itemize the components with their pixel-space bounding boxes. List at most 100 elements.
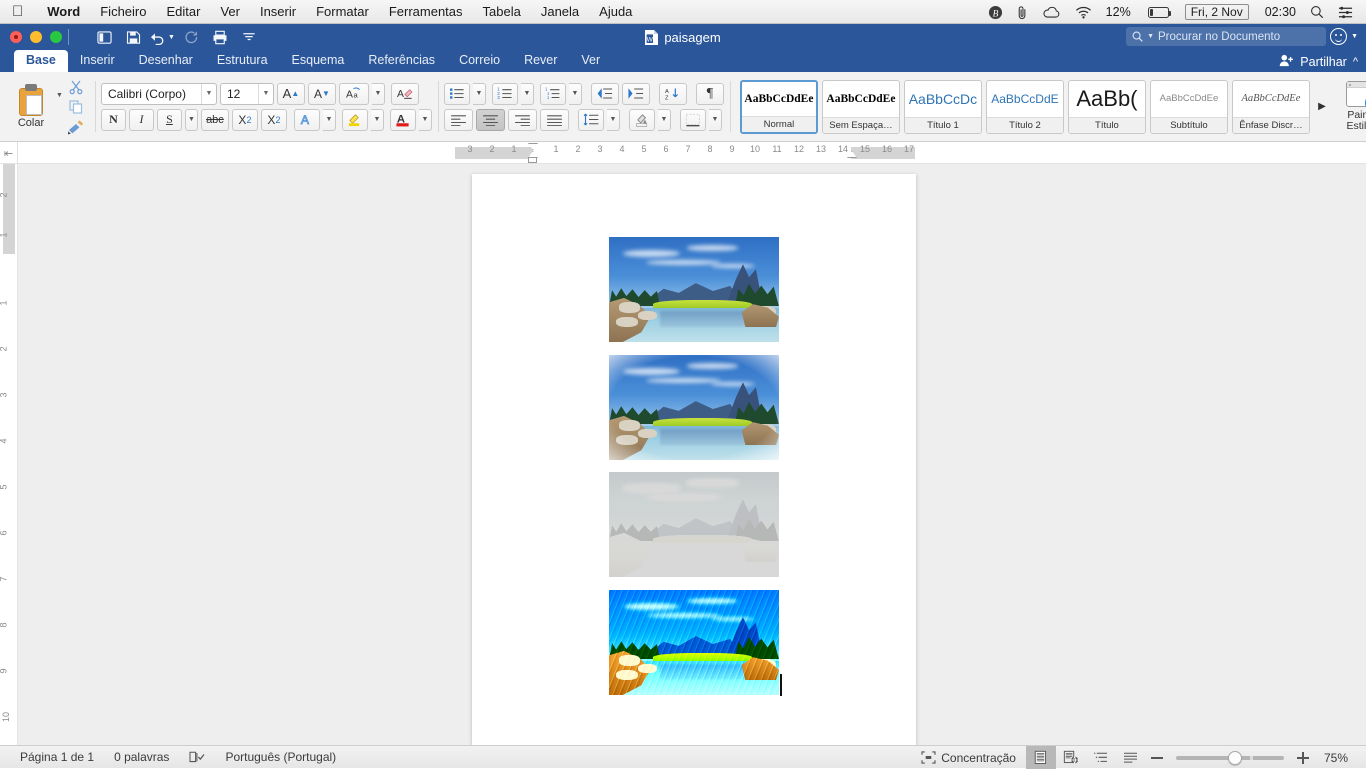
decrease-indent-button[interactable] bbox=[591, 83, 619, 105]
menu-item-janela[interactable]: Janela bbox=[531, 4, 589, 19]
strikethrough-button[interactable]: abc bbox=[201, 109, 229, 131]
numbering-chevron-down-icon[interactable]: ▼ bbox=[521, 83, 534, 105]
zoom-in-button[interactable] bbox=[1292, 751, 1314, 765]
maximize-window-button[interactable] bbox=[50, 31, 62, 43]
menu-item-ajuda[interactable]: Ajuda bbox=[589, 4, 642, 19]
decrease-font-size-button[interactable]: A▼ bbox=[308, 83, 336, 105]
style-card-enfase-discreta[interactable]: AaBbCcDdEe Ênfase Discr… bbox=[1232, 80, 1310, 134]
font-name-select[interactable]: Calibri (Corpo) ▼ bbox=[101, 83, 217, 105]
clipboard-paperclip-icon[interactable] bbox=[1010, 5, 1035, 20]
battery-icon[interactable] bbox=[1138, 7, 1176, 18]
menu-item-editar[interactable]: Editar bbox=[156, 4, 210, 19]
borders-button[interactable] bbox=[680, 109, 706, 131]
text-effects-chevron-down-icon[interactable]: ▼ bbox=[323, 109, 336, 131]
customize-toolbar-icon[interactable] bbox=[236, 26, 262, 48]
draft-view-button[interactable] bbox=[1116, 746, 1146, 769]
redo-icon[interactable] bbox=[178, 26, 204, 48]
highlight-color-chevron-down-icon[interactable]: ▼ bbox=[371, 109, 384, 131]
zoom-slider-knob[interactable] bbox=[1228, 751, 1242, 765]
ruler-track[interactable]: 3 2 1 1 2 3 4 5 6 7 8 9 10 11 12 13 14 1… bbox=[455, 142, 915, 164]
focus-mode-button[interactable]: Concentração bbox=[911, 751, 1026, 765]
shading-button[interactable] bbox=[629, 109, 655, 131]
numbering-button[interactable]: 123 bbox=[492, 83, 518, 105]
menu-bar-clock[interactable]: 02:30 bbox=[1258, 5, 1303, 19]
superscript-button[interactable]: X2 bbox=[261, 109, 287, 131]
tab-base[interactable]: Base bbox=[14, 50, 68, 72]
control-center-icon[interactable] bbox=[1331, 6, 1360, 19]
align-right-button[interactable] bbox=[508, 109, 537, 131]
zoom-slider[interactable] bbox=[1176, 756, 1284, 760]
bullets-chevron-down-icon[interactable]: ▼ bbox=[473, 83, 486, 105]
page-count-label[interactable]: Página 1 de 1 bbox=[0, 750, 104, 764]
style-card-subtitulo[interactable]: AaBbCcDdEe Subtítulo bbox=[1150, 80, 1228, 134]
web-layout-view-button[interactable] bbox=[1056, 746, 1086, 769]
sort-button[interactable]: AZ bbox=[659, 83, 687, 105]
landscape-washed-out-image[interactable] bbox=[609, 472, 779, 577]
format-painter-icon[interactable] bbox=[65, 118, 87, 136]
increase-font-size-button[interactable]: A▲ bbox=[277, 83, 305, 105]
styles-pane-button[interactable]: 1 Painel Estilos bbox=[1334, 81, 1366, 132]
menu-item-tabela[interactable]: Tabela bbox=[473, 4, 531, 19]
feedback-smiley-icon[interactable] bbox=[1330, 28, 1347, 45]
document-canvas[interactable] bbox=[18, 164, 1366, 745]
show-formatting-marks-button[interactable]: ¶ bbox=[696, 83, 724, 105]
tab-ver[interactable]: Ver bbox=[569, 50, 612, 72]
left-indent-marker[interactable] bbox=[528, 157, 537, 163]
paste-button[interactable]: Colar bbox=[6, 84, 56, 129]
spotlight-search-icon[interactable] bbox=[1303, 5, 1331, 19]
close-window-button[interactable] bbox=[10, 31, 22, 43]
text-effects-button[interactable]: A bbox=[294, 109, 320, 131]
clear-formatting-button[interactable]: A bbox=[391, 83, 419, 105]
cloud-icon[interactable] bbox=[1035, 6, 1068, 19]
menu-item-ver[interactable]: Ver bbox=[210, 4, 250, 19]
zoom-out-button[interactable] bbox=[1146, 756, 1168, 760]
landscape-original-image[interactable] bbox=[609, 237, 779, 342]
underline-button[interactable]: S bbox=[157, 109, 182, 131]
font-color-chevron-down-icon[interactable]: ▼ bbox=[419, 109, 432, 131]
font-name-chevron-down-icon[interactable]: ▼ bbox=[201, 84, 216, 104]
paste-dropdown-caret[interactable]: ▼ bbox=[56, 92, 63, 99]
tab-desenhar[interactable]: Desenhar bbox=[127, 50, 205, 72]
highlight-color-button[interactable] bbox=[342, 109, 368, 131]
multilevel-list-chevron-down-icon[interactable]: ▼ bbox=[569, 83, 582, 105]
wifi-icon[interactable] bbox=[1068, 6, 1099, 19]
sidebar-toggle-icon[interactable] bbox=[91, 26, 117, 48]
minimize-window-button[interactable] bbox=[30, 31, 42, 43]
bold-button[interactable]: N bbox=[101, 109, 126, 131]
multilevel-list-button[interactable]: 111 bbox=[540, 83, 566, 105]
line-spacing-chevron-down-icon[interactable]: ▼ bbox=[607, 109, 620, 131]
document-page[interactable] bbox=[472, 174, 916, 745]
collapse-ribbon-icon[interactable]: ^ bbox=[1353, 56, 1358, 68]
font-size-chevron-down-icon[interactable]: ▼ bbox=[258, 84, 273, 104]
style-card-titulo-1[interactable]: AaBbCcDc Título 1 bbox=[904, 80, 982, 134]
borders-chevron-down-icon[interactable]: ▼ bbox=[709, 109, 722, 131]
print-layout-view-button[interactable] bbox=[1026, 746, 1056, 769]
justify-button[interactable] bbox=[540, 109, 569, 131]
tab-correio[interactable]: Correio bbox=[447, 50, 512, 72]
font-size-select[interactable]: 12 ▼ bbox=[220, 83, 274, 105]
menu-item-ferramentas[interactable]: Ferramentas bbox=[379, 4, 473, 19]
line-spacing-button[interactable] bbox=[578, 109, 604, 131]
underline-chevron-down-icon[interactable]: ▼ bbox=[185, 109, 198, 131]
styles-gallery-next-icon[interactable]: ▶ bbox=[1314, 101, 1330, 112]
apple-logo-icon[interactable]:  bbox=[12, 4, 23, 19]
style-card-titulo-2[interactable]: AaBbCcDdE Título 2 bbox=[986, 80, 1064, 134]
tab-rever[interactable]: Rever bbox=[512, 50, 569, 72]
tab-esquema[interactable]: Esquema bbox=[280, 50, 357, 72]
outline-view-button[interactable] bbox=[1086, 746, 1116, 769]
align-left-button[interactable] bbox=[444, 109, 473, 131]
undo-icon[interactable]: ▼ bbox=[149, 26, 175, 48]
word-count-label[interactable]: 0 palavras bbox=[104, 750, 179, 764]
tab-inserir[interactable]: Inserir bbox=[68, 50, 127, 72]
zoom-level-label[interactable]: 75% bbox=[1314, 751, 1366, 765]
search-document-input[interactable]: ▼ Procurar no Documento bbox=[1126, 27, 1326, 46]
menu-item-formatar[interactable]: Formatar bbox=[306, 4, 379, 19]
vertical-ruler[interactable]: 2 1 1 2 3 4 5 6 7 8 9 10 bbox=[0, 164, 18, 745]
bitdefender-icon[interactable]: B bbox=[981, 5, 1010, 20]
shading-chevron-down-icon[interactable]: ▼ bbox=[658, 109, 671, 131]
tab-stop-selector[interactable]: ⇤ bbox=[0, 142, 18, 164]
horizontal-ruler[interactable]: ⇤ 3 2 1 1 2 3 4 5 6 7 8 9 10 11 12 13 14… bbox=[0, 142, 1366, 164]
tab-referencias[interactable]: Referências bbox=[356, 50, 447, 72]
copy-icon[interactable] bbox=[65, 98, 87, 116]
menu-bar-date[interactable]: Fri, 2 Nov bbox=[1176, 4, 1258, 20]
